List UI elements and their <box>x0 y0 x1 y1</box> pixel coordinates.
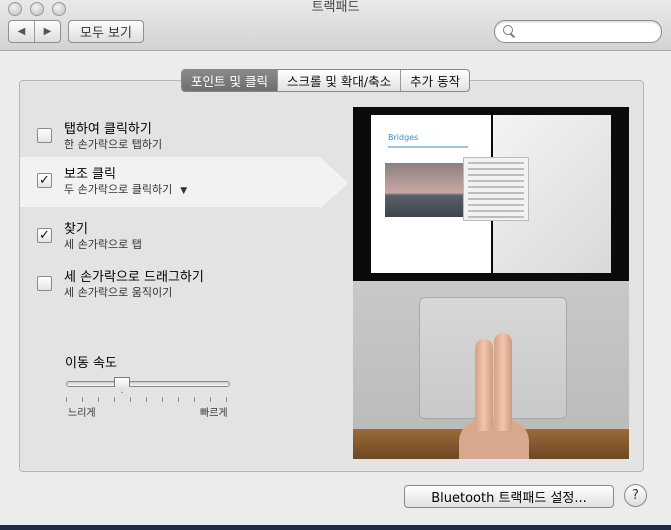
show-all-button[interactable]: 모두 보기 <box>68 20 144 43</box>
window-title: 트랙패드 <box>311 0 360 15</box>
finger <box>494 333 512 431</box>
tab-more-gestures[interactable]: 추가 동작 <box>400 70 469 91</box>
trackpad-preferences-window: 트랙패드 ◀ ▶ 모두 보기 포인트 및 클릭 스크롤 및 확대/축소 추가 동… <box>0 0 671 530</box>
trackpad-illustration <box>353 281 629 459</box>
tap-to-click-checkbox[interactable] <box>37 128 52 143</box>
back-button[interactable]: ◀ <box>9 21 35 42</box>
preview-screen: Bridges <box>353 107 629 281</box>
option-title: 탭하여 클릭하기 <box>64 122 152 137</box>
gesture-preview-video: Bridges <box>353 107 629 459</box>
three-finger-drag-checkbox[interactable] <box>37 276 52 291</box>
preview-subtitle-line <box>388 146 468 148</box>
tab-point-and-click[interactable]: 포인트 및 클릭 <box>182 70 277 91</box>
option-title: 세 손가락으로 드래그하기 <box>64 270 204 285</box>
bluetooth-trackpad-setup-button[interactable]: Bluetooth 트랙패드 설정... <box>404 485 614 508</box>
search-icon <box>503 25 513 35</box>
search-field[interactable] <box>494 20 662 43</box>
option-subtitle-text: 두 손가락으로 클릭하기 <box>64 183 173 196</box>
forward-button[interactable]: ▶ <box>35 21 60 42</box>
option-subtitle: 세 손가락으로 탭 <box>64 238 142 251</box>
option-three-finger-drag[interactable]: 세 손가락으로 드래그하기 세 손가락으로 움직이기 <box>20 260 320 310</box>
secondary-click-checkbox[interactable]: ✓ <box>37 173 52 188</box>
desktop-background <box>0 525 671 530</box>
back-forward-control: ◀ ▶ <box>8 20 61 43</box>
option-subtitle: 한 손가락으로 탭하기 <box>64 138 163 151</box>
option-secondary-click[interactable]: ✓ 보조 클릭 두 손가락으로 클릭하기 ▼ <box>20 157 348 209</box>
option-tap-to-click[interactable]: 탭하여 클릭하기 한 손가락으로 탭하기 <box>20 112 320 162</box>
option-subtitle: 세 손가락으로 움직이기 <box>64 286 173 299</box>
finger <box>475 339 493 431</box>
toolbar: 트랙패드 ◀ ▶ 모두 보기 <box>0 0 671 51</box>
context-menu <box>463 157 529 221</box>
bridge-photo <box>385 163 471 217</box>
look-up-checkbox[interactable]: ✓ <box>37 228 52 243</box>
slider-ticks <box>66 397 228 403</box>
option-title: 찾기 <box>64 222 88 237</box>
option-title: 보조 클릭 <box>64 167 116 182</box>
tab-bar: 포인트 및 클릭 스크롤 및 확대/축소 추가 동작 <box>181 69 471 92</box>
tracking-speed-slider[interactable] <box>66 381 230 387</box>
option-look-up[interactable]: ✓ 찾기 세 손가락으로 탭 <box>20 212 320 262</box>
help-button[interactable]: ? <box>624 484 647 507</box>
slow-label: 느리게 <box>68 408 96 419</box>
tracking-speed-label: 이동 속도 <box>65 356 117 371</box>
preview-doc-title: Bridges <box>388 133 419 142</box>
fast-label: 빠르게 <box>200 408 228 419</box>
dropdown-arrow-icon[interactable]: ▼ <box>180 186 187 196</box>
option-subtitle[interactable]: 두 손가락으로 클릭하기 ▼ <box>64 181 187 197</box>
trackpad-surface <box>419 297 567 419</box>
tab-scroll-and-zoom[interactable]: 스크롤 및 확대/축소 <box>276 70 400 91</box>
